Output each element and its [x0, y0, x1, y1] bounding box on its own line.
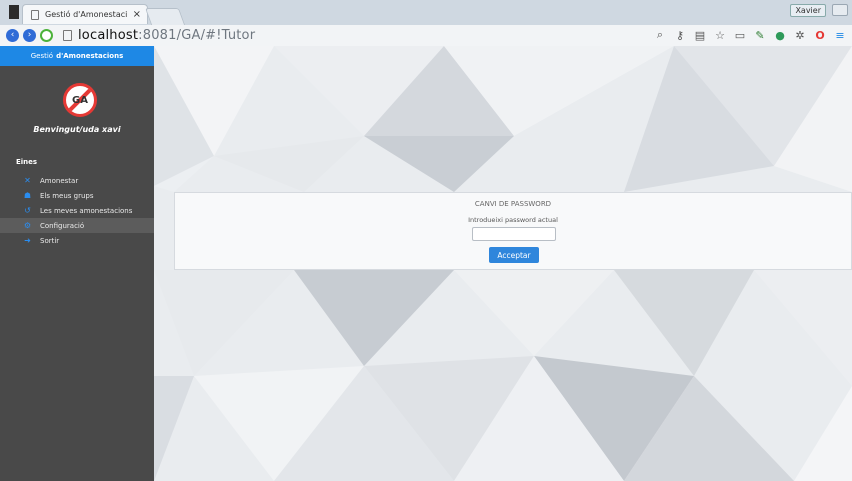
address-bar[interactable]: localhost:8081/GA/#!Tutor: [78, 28, 255, 43]
translate-icon[interactable]: ▤: [694, 29, 706, 42]
pin-icon[interactable]: ●: [774, 29, 786, 42]
page-favicon-icon: [31, 9, 39, 20]
page-icon: [63, 30, 72, 41]
app-logo: GA: [63, 83, 97, 117]
sidebar-item-label: Amonestar: [40, 176, 79, 185]
window-control-button[interactable]: [832, 4, 848, 16]
bookmark-star-icon[interactable]: ☆: [714, 29, 726, 42]
welcome-message: Benvingut/uda xavi: [33, 125, 121, 134]
sidebar-item-label: Els meus grups: [40, 191, 94, 200]
extension-icons: ⌕ ⚷ ▤ ☆ ▭ ✎ ● ✲ O ≡: [654, 28, 846, 42]
app-title-bold: d'Amonestacions: [56, 52, 124, 60]
menu-icon[interactable]: ≡: [834, 29, 846, 42]
accept-button[interactable]: Acceptar: [489, 247, 539, 263]
sidebar-section-title: Eines: [16, 158, 38, 166]
new-tab-button[interactable]: [144, 8, 186, 25]
tab-strip-icon: [9, 5, 19, 19]
key-icon[interactable]: ⚷: [674, 29, 686, 42]
sidebar-item-label: Configuració: [40, 221, 85, 230]
main-content: CANVI DE PASSWORD Introdueixi password a…: [154, 46, 852, 481]
panel-title: CANVI DE PASSWORD: [474, 200, 552, 208]
settings-extension-icon[interactable]: ✲: [794, 29, 806, 42]
sidebar-item-grups[interactable]: ☗ Els meus grups: [0, 188, 154, 203]
browser-tab[interactable]: Gestió d'Amonestacions E ×: [22, 4, 148, 24]
arrow-left-icon: ‹: [10, 30, 15, 40]
users-icon: ☗: [23, 191, 32, 200]
app-title: Gestió d'Amonestacions: [0, 46, 154, 66]
zoom-icon[interactable]: ⌕: [654, 28, 666, 41]
back-button[interactable]: ‹: [6, 29, 19, 42]
change-password-panel: CANVI DE PASSWORD Introdueixi password a…: [174, 192, 852, 270]
history-icon: ↺: [24, 206, 31, 215]
arrow-right-icon: ›: [27, 30, 32, 40]
forward-button[interactable]: ›: [23, 29, 36, 42]
sidebar-item-label: Sortir: [40, 236, 60, 245]
sidebar-item-sortir[interactable]: ➜ Sortir: [0, 233, 154, 248]
url-path: :8081/GA/#!Tutor: [138, 28, 256, 43]
sidebar-item-amonestar[interactable]: ✕ Amonestar: [0, 173, 154, 188]
x-icon: ✕: [24, 176, 31, 185]
cast-icon[interactable]: ▭: [734, 29, 746, 42]
sidebar: Gestió d'Amonestacions GA Benvingut/uda x…: [0, 46, 154, 481]
sidebar-item-configuracio[interactable]: ⚙ Configuració: [0, 218, 154, 233]
url-host: localhost: [78, 28, 139, 43]
profile-button[interactable]: Xavier: [790, 4, 826, 17]
logo-text: GA: [72, 94, 88, 106]
opera-icon[interactable]: O: [814, 29, 826, 42]
logout-icon: ➜: [24, 236, 31, 245]
eyedropper-icon[interactable]: ✎: [754, 29, 766, 42]
reload-button[interactable]: [40, 29, 53, 42]
sidebar-menu: ✕ Amonestar ☗ Els meus grups ↺ Les meves…: [0, 173, 154, 248]
current-password-input[interactable]: [472, 227, 556, 241]
current-password-label: Introdueixi password actual: [468, 216, 558, 224]
browser-tab-title: Gestió d'Amonestacions E: [45, 10, 127, 19]
tab-close-icon[interactable]: ×: [133, 9, 141, 20]
app-title-prefix: Gestió: [30, 52, 54, 60]
gear-icon: ⚙: [23, 221, 32, 230]
sidebar-item-amonestacions[interactable]: ↺ Les meves amonestacions: [0, 203, 154, 218]
sidebar-item-label: Les meves amonestacions: [40, 206, 133, 215]
browser-tab-bar: Gestió d'Amonestacions E × Xavier: [0, 0, 852, 26]
browser-toolbar: ‹ › localhost:8081/GA/#!Tutor ⌕ ⚷ ▤ ☆ ▭ …: [0, 25, 852, 47]
